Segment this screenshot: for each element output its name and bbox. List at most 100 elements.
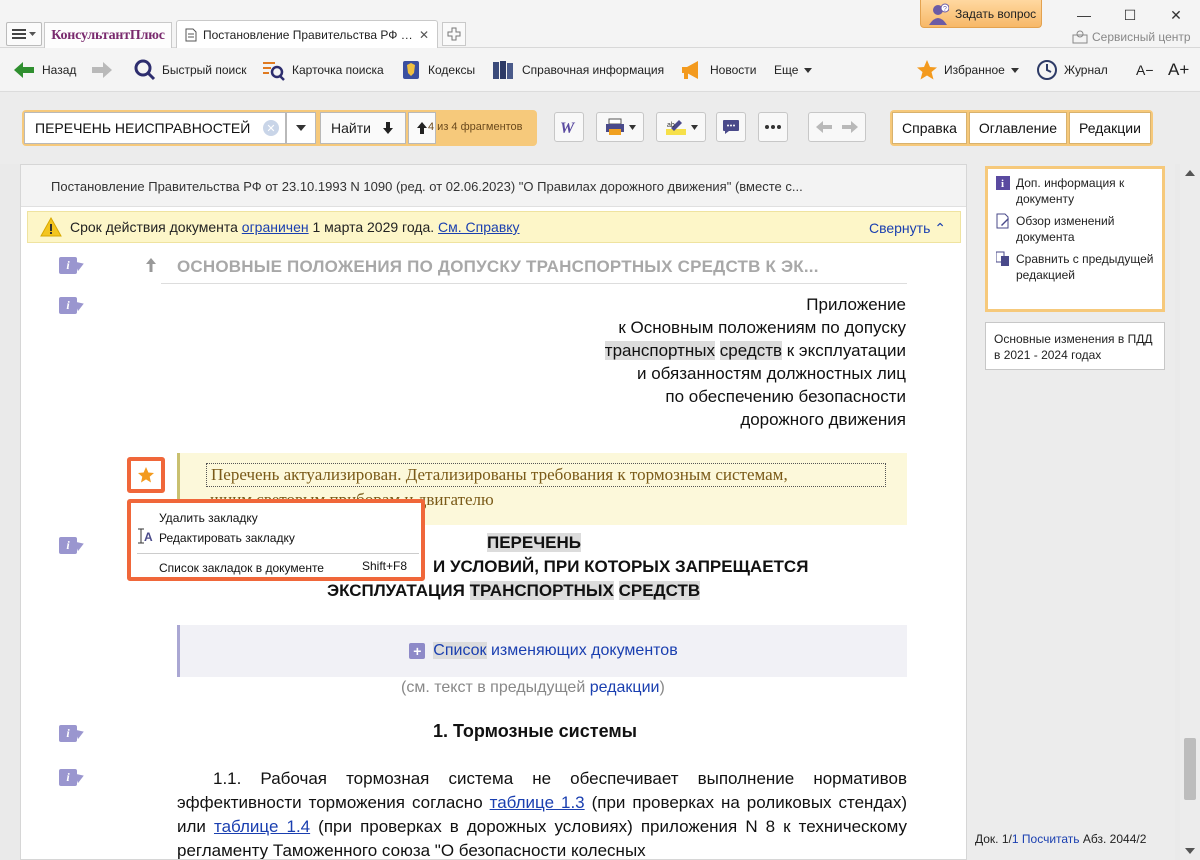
bookmark-context-menu: Удалить закладку A Редактировать закладк… — [127, 499, 425, 581]
arrow-right-icon[interactable] — [842, 121, 858, 133]
delete-bookmark-item[interactable]: Удалить закладку — [159, 511, 258, 525]
compare-edition-item[interactable]: Сравнить с предыдущей редакцией — [996, 251, 1156, 283]
main-changes-link[interactable]: Основные изменения в ПДД в 2021 - 2024 г… — [985, 322, 1165, 370]
extra-info-item[interactable]: i Доп. информация к документу — [996, 175, 1156, 207]
warning-text: Срок действия документа ограничен 1 март… — [70, 219, 520, 235]
reference-button[interactable]: Справочная информация — [492, 58, 664, 82]
document-view[interactable]: Постановление Правительства РФ от 23.10.… — [20, 164, 967, 860]
search-card-label: Карточка поиска — [292, 63, 384, 77]
maximize-button[interactable]: ☐ — [1110, 4, 1150, 26]
quick-search-label: Быстрый поиск — [162, 63, 247, 77]
status-doc-total[interactable]: 1 — [1012, 832, 1019, 846]
font-smaller-button[interactable]: A− — [1136, 58, 1154, 82]
header-divider — [161, 283, 907, 284]
arrow-left-icon[interactable] — [816, 121, 832, 133]
info-marker-icon[interactable]: i — [59, 725, 86, 742]
search-hit: СРЕДСТВ — [618, 581, 701, 600]
highlight-button[interactable]: ab — [656, 112, 706, 142]
clear-search-icon[interactable]: ✕ — [263, 120, 279, 136]
appendix-line: Приложение — [806, 295, 906, 314]
svg-text:W: W — [560, 120, 576, 135]
search-input[interactable]: ПЕРЕЧЕНЬ НЕИСПРАВНОСТЕЙ ✕ — [24, 112, 286, 144]
prev-edition-post: ) — [659, 679, 665, 696]
minimize-button[interactable]: — — [1064, 4, 1104, 26]
magnifier-icon — [134, 59, 156, 81]
comment-button[interactable] — [716, 112, 746, 142]
scrollbar-thumb[interactable] — [1184, 738, 1196, 800]
appendix-line: и обязанностям должностных лиц — [636, 364, 906, 383]
chevron-down-icon — [29, 31, 36, 36]
new-tab-button[interactable] — [442, 22, 466, 46]
more-menu[interactable]: Еще — [774, 58, 813, 82]
table-1-4-link[interactable]: таблице 1.4 — [214, 817, 310, 836]
prev-edition-pre: (см. текст в предыдущей — [401, 679, 590, 696]
document-tab-label: Постановление Правительства РФ от 2 — [203, 27, 413, 42]
section-header-link[interactable]: ОСНОВНЫЕ ПОЛОЖЕНИЯ ПО ДОПУСКУ ТРАНСПОРТН… — [177, 257, 819, 277]
quick-search-button[interactable]: Быстрый поиск — [134, 58, 246, 82]
fragments-counter: 4 из 4 фрагментов — [428, 121, 523, 133]
word-export-button[interactable]: W — [554, 112, 584, 142]
search-row: ПЕРЕЧЕНЬ НЕИСПРАВНОСТЕЙ ✕ Найти 4 из 4 ф… — [0, 92, 1200, 164]
consultant-avatar-icon: ? — [929, 3, 949, 25]
collapse-warning-link[interactable]: Свернуть ⌃ — [869, 220, 946, 237]
note-line: Перечень актуализирован. Детализированы … — [206, 463, 886, 487]
print-button[interactable] — [596, 112, 644, 142]
app-home-tab[interactable]: КонсультантПлюс — [44, 22, 172, 48]
ask-question-button[interactable]: ? Задать вопрос — [920, 0, 1042, 28]
close-tab-icon[interactable]: ✕ — [419, 28, 429, 42]
scroll-up-icon[interactable] — [1185, 170, 1195, 176]
favorites-menu[interactable]: Избранное — [916, 58, 1019, 82]
back-button[interactable]: Назад — [12, 58, 76, 82]
edit-bookmark-item[interactable]: Редактировать закладку — [159, 531, 295, 545]
info-marker-icon[interactable]: i — [59, 769, 86, 786]
limited-link[interactable]: ограничен — [242, 219, 309, 235]
document-tab[interactable]: Постановление Правительства РФ от 2 ✕ — [176, 20, 438, 48]
changing-documents-block[interactable]: + Список изменяющих документов — [177, 625, 907, 677]
status-paragraph: Абз. 2044/2 — [1082, 832, 1147, 846]
compare-icon — [996, 251, 1009, 266]
bookmark-star-button[interactable] — [127, 457, 165, 493]
tab-redaktsii[interactable]: Редакции — [1068, 112, 1151, 144]
changing-documents-tail: изменяющих документов — [486, 642, 678, 659]
text-cursor-icon: A — [138, 528, 153, 544]
table-1-3-link[interactable]: таблице 1.3 — [490, 793, 585, 812]
forward-button[interactable] — [90, 58, 114, 82]
main-menu-button[interactable] — [6, 22, 42, 46]
info-marker-icon[interactable]: i — [59, 257, 86, 274]
chevron-down-icon — [628, 124, 636, 130]
more-actions-button[interactable] — [758, 112, 788, 142]
codes-button[interactable]: Кодексы — [400, 58, 475, 82]
arrow-up-icon — [417, 122, 427, 134]
ask-question-label: Задать вопрос — [955, 6, 1037, 21]
expand-icon[interactable]: + — [409, 643, 426, 659]
info-marker-icon[interactable]: i — [59, 537, 86, 554]
scroll-down-icon[interactable] — [1185, 848, 1195, 854]
review-changes-item[interactable]: Обзор изменений документа — [996, 213, 1156, 245]
news-button[interactable]: Новости — [680, 58, 756, 82]
previous-edition-link[interactable]: редакции — [590, 679, 660, 696]
chevron-down-icon — [690, 124, 698, 130]
compare-edition-label: Сравнить с предыдущей редакцией — [1016, 252, 1154, 282]
see-reference-link[interactable]: См. Справку — [438, 219, 520, 235]
arrow-down-icon — [382, 122, 393, 134]
star-icon — [138, 467, 154, 483]
bookmark-list-shortcut: Shift+F8 — [361, 559, 407, 573]
document-title: Постановление Правительства РФ от 23.10.… — [21, 165, 966, 207]
search-card-button[interactable]: Карточка поиска — [262, 58, 384, 82]
tab-oglavlenie[interactable]: Оглавление — [968, 112, 1067, 144]
info-marker-icon[interactable]: i — [59, 297, 86, 314]
count-link[interactable]: Посчитать — [1022, 832, 1080, 846]
service-center-link[interactable]: Сервисный центр — [1072, 30, 1191, 44]
font-larger-button[interactable]: A+ — [1168, 58, 1189, 82]
close-button[interactable]: ✕ — [1156, 4, 1196, 26]
collapse-label: Свернуть — [868, 220, 931, 236]
changing-documents-link[interactable]: Список изменяющих документов — [433, 642, 678, 660]
bookmark-list-item[interactable]: Список закладок в документе — [159, 561, 324, 575]
back-label: Назад — [42, 63, 77, 77]
vertical-scrollbar[interactable] — [1180, 164, 1200, 860]
tab-spravka[interactable]: Справка — [892, 112, 967, 144]
find-next-button[interactable]: Найти — [320, 112, 406, 144]
search-history-dropdown[interactable] — [286, 112, 316, 144]
arrow-up-icon[interactable] — [145, 257, 157, 273]
journal-button[interactable]: Журнал — [1036, 58, 1108, 82]
